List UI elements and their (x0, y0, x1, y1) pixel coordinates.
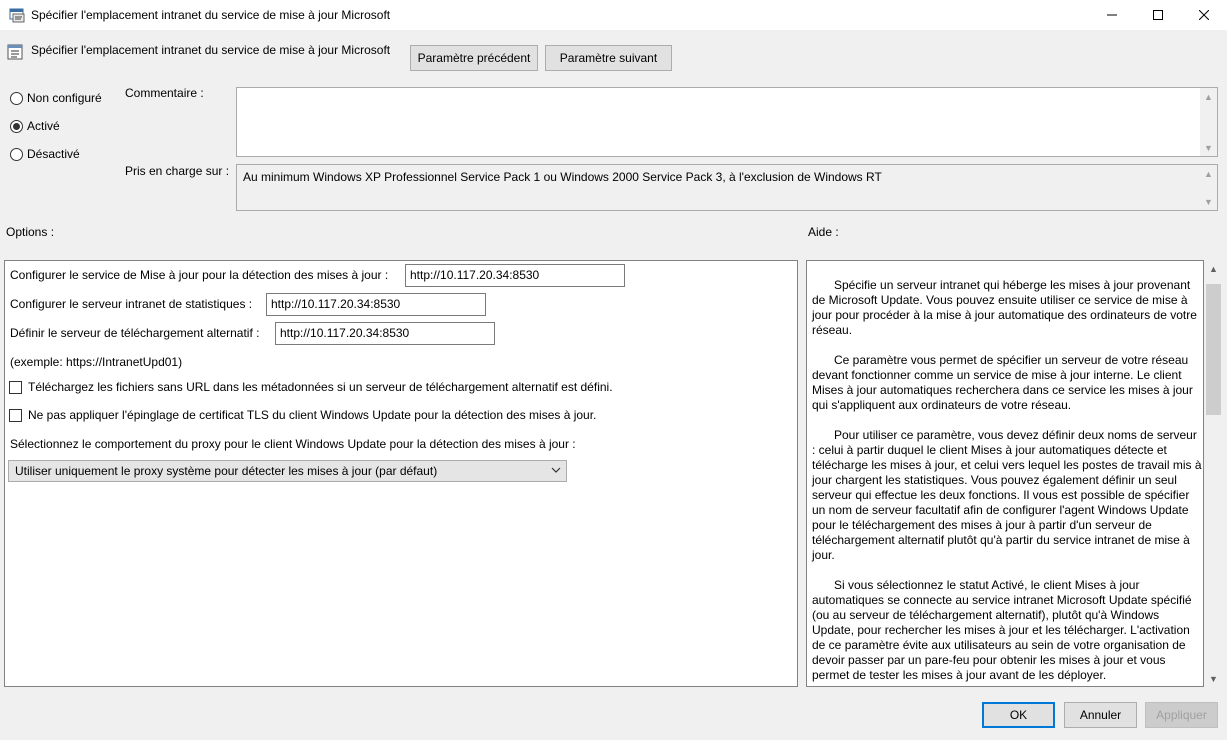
scroll-down-icon[interactable]: ▼ (1200, 139, 1217, 156)
policy-title: Spécifier l'emplacement intranet du serv… (31, 43, 391, 57)
scroll-up-icon[interactable]: ▲ (1200, 88, 1217, 105)
apply-button[interactable]: Appliquer (1145, 702, 1218, 728)
stats-server-input[interactable]: http://10.117.20.34:8530 (266, 293, 486, 316)
next-setting-button[interactable]: Paramètre suivant (545, 45, 672, 71)
radio-enabled[interactable]: Activé (10, 119, 60, 133)
proxy-behavior-select[interactable]: Utiliser uniquement le proxy système pou… (8, 460, 567, 482)
help-scroll-thumb[interactable] (1206, 284, 1221, 415)
supported-scrollbar[interactable]: ▲ ▼ (1200, 165, 1217, 210)
supported-value: Au minimum Windows XP Professionnel Serv… (243, 170, 882, 184)
tls-pinning-checkbox-row[interactable]: Ne pas appliquer l'épinglage de certific… (9, 408, 596, 422)
comment-textarea[interactable]: ▲ ▼ (236, 87, 1218, 157)
scroll-down-icon[interactable]: ▼ (1200, 193, 1217, 210)
download-without-url-checkbox-row[interactable]: Téléchargez les fichiers sans URL dans l… (9, 380, 613, 394)
minimize-icon (1107, 14, 1117, 16)
radio-label: Désactivé (27, 147, 80, 161)
proxy-behavior-label: Sélectionnez le comportement du proxy po… (10, 437, 576, 451)
radio-circle[interactable] (10, 119, 23, 133)
tls-pinning-checkbox[interactable] (9, 408, 22, 422)
radio-not-configured[interactable]: Non configuré (10, 91, 102, 105)
radio-circle[interactable] (10, 147, 23, 161)
help-text: Spécifie un serveur intranet qui héberge… (812, 278, 1202, 686)
options-panel: Configurer le service de Mise à jour pou… (4, 260, 798, 687)
help-heading: Aide : (808, 225, 839, 239)
supported-box: Au minimum Windows XP Professionnel Serv… (236, 164, 1218, 211)
minimize-button[interactable] (1089, 0, 1135, 30)
policy-app-icon (9, 8, 25, 23)
radio-label: Non configuré (27, 91, 102, 105)
alt-download-server-label: Définir le serveur de téléchargement alt… (10, 326, 260, 340)
comment-scrollbar[interactable]: ▲ ▼ (1200, 88, 1217, 156)
detection-server-label: Configurer le service de Mise à jour pou… (10, 268, 389, 282)
proxy-behavior-value: Utiliser uniquement le proxy système pou… (15, 464, 438, 478)
supported-label: Pris en charge sur : (125, 164, 230, 178)
radio-label: Activé (27, 119, 60, 133)
radio-disabled[interactable]: Désactivé (10, 147, 80, 161)
help-paragraph: Ce paramètre vous permet de spécifier un… (812, 353, 1193, 412)
detection-server-input[interactable]: http://10.117.20.34:8530 (405, 264, 625, 287)
alt-download-server-input[interactable]: http://10.117.20.34:8530 (275, 322, 495, 345)
stats-server-label: Configurer le serveur intranet de statis… (10, 297, 253, 311)
previous-setting-button[interactable]: Paramètre précédent (410, 45, 538, 71)
title-bar: Spécifier l'emplacement intranet du serv… (0, 0, 1227, 30)
scroll-up-icon[interactable]: ▲ (1200, 165, 1217, 182)
help-panel: Spécifie un serveur intranet qui héberge… (806, 260, 1204, 687)
window-title: Spécifier l'emplacement intranet du serv… (31, 8, 391, 22)
checkbox-label: Téléchargez les fichiers sans URL dans l… (28, 380, 613, 394)
cancel-button[interactable]: Annuler (1064, 702, 1137, 728)
help-paragraph: Spécifie un serveur intranet qui héberge… (812, 278, 1197, 337)
scroll-down-icon[interactable]: ▼ (1205, 670, 1222, 687)
close-icon (1199, 10, 1209, 20)
comment-label: Commentaire : (125, 86, 204, 100)
maximize-icon (1153, 10, 1163, 20)
help-scrollbar[interactable]: ▲ ▼ (1205, 260, 1222, 687)
help-paragraph: Si vous sélectionnez le statut Activé, l… (812, 578, 1192, 682)
scroll-up-icon[interactable]: ▲ (1205, 260, 1222, 277)
checkbox-label: Ne pas appliquer l'épinglage de certific… (28, 408, 597, 422)
options-heading: Options : (6, 225, 55, 239)
chevron-down-icon (551, 467, 561, 473)
ok-button[interactable]: OK (982, 702, 1055, 728)
radio-circle[interactable] (10, 91, 23, 105)
policy-header-icon (7, 44, 23, 60)
close-button[interactable] (1181, 0, 1227, 30)
example-text: (exemple: https://IntranetUpd01) (10, 355, 183, 369)
download-without-url-checkbox[interactable] (9, 380, 22, 394)
maximize-button[interactable] (1135, 0, 1181, 30)
help-paragraph: Pour utiliser ce paramètre, vous devez d… (812, 428, 1202, 562)
